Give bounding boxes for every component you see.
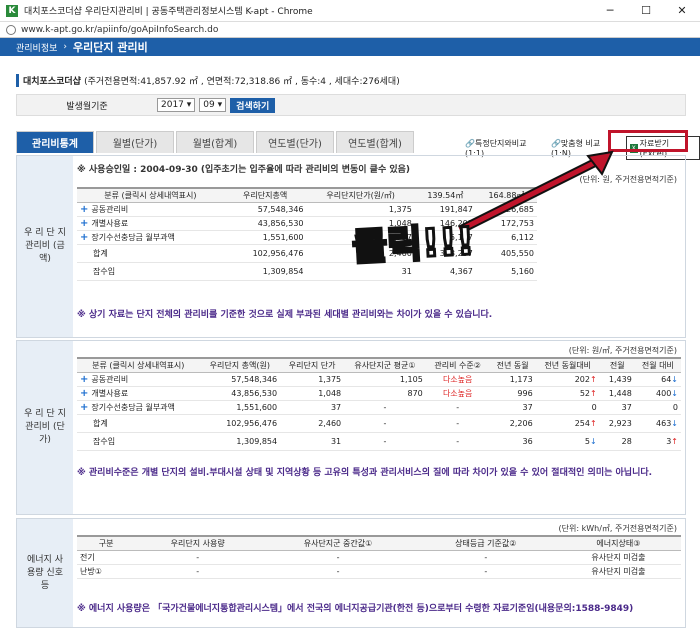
col-header: 에너지상태③	[555, 535, 681, 551]
chevron-right-icon: ›	[63, 42, 68, 52]
date-filter-label: 발생월기준	[66, 101, 108, 112]
page-title: 우리단지 관리비	[73, 41, 148, 54]
table-row: 잡수입 1,309,854 31- -36 5↓ 28 3↑	[77, 432, 681, 451]
unit-table: 분류 (클릭시 상세내역표시) 우리단지 총액(원) 우리단지 단가 유사단지군 평균…	[77, 357, 681, 451]
table-row: 전기 - - - 유사단지 미검출	[77, 550, 681, 565]
col-header: 상태등급 기준값②	[415, 535, 556, 551]
complex-detail: (주거전용면적:41,857.92 ㎡ , 연면적:72,318.86 ㎡ , …	[84, 77, 400, 87]
col-header: 전월	[599, 357, 635, 373]
section3-unit: (단위: kWh/㎡, 주거전용면적기준)	[558, 524, 677, 533]
tab-yearly-unit[interactable]: 연도별(단가)	[256, 131, 334, 153]
complex-name: 대치포스코더샵	[23, 77, 81, 87]
col-header: 전월 대비	[634, 357, 681, 373]
col-header: 전년 동월대비	[535, 357, 600, 373]
plus-icon: +	[80, 217, 89, 229]
search-button[interactable]: 검색하기	[230, 97, 276, 113]
window-titlebar: K 대치포스코더샵 우리단지관리비 | 공동주택관리정보시스템 K-apt - …	[0, 0, 700, 22]
complex-summary: 대치포스코더샵 (주거전용면적:41,857.92 ㎡ , 연면적:72,318…	[16, 74, 400, 87]
globe-icon	[6, 24, 16, 35]
date-filter-bar: 발생월기준 2017 ▾ 09 ▾ 검색하기	[16, 94, 686, 116]
section1-side-label: 우 리 단 지 관리비 (금 액)	[17, 156, 73, 337]
table-row[interactable]: + 개별사용료 43,856,530 1,048 870 다소높음 996 52↑ 1,448 4…	[77, 386, 681, 401]
annotation-arrow	[457, 150, 614, 235]
month-select[interactable]: 09 ▾	[199, 98, 227, 112]
col-header: 전년 동월	[489, 357, 536, 373]
col-header: 유사단지군 중간값①	[260, 535, 416, 551]
section-energy: 에너지 사용량 신호등 (단위: kWh/㎡, 주거전용면적기준) 구분 우리단지…	[16, 518, 686, 628]
energy-table: 구분 우리단지 사용량 유사단지군 중간값① 상태등급 기준값② 에너지상태③ 전기 - -…	[77, 535, 681, 579]
minimize-icon[interactable]: ─	[592, 4, 628, 17]
address-bar[interactable]: www.k-apt.go.kr/apiinfo/goApiInfoSearch.…	[0, 22, 700, 38]
tab-monthly-total[interactable]: 월별(합계)	[176, 131, 254, 153]
plus-icon: +	[80, 231, 89, 243]
table-row[interactable]: + 공동관리비 57,548,346 1,375 1,105 다소높음 1,173 202↑ 1…	[77, 372, 681, 387]
window-title: 대치포스코더샵 우리단지관리비 | 공동주택관리정보시스템 K-apt - Ch…	[24, 7, 313, 17]
col-header: 관리비 수준②	[425, 357, 490, 373]
col-header: 우리단지 총액(원)	[199, 357, 281, 373]
tab-yearly-total[interactable]: 연도별(합계)	[336, 131, 414, 153]
breadcrumb-parent[interactable]: 관리비정보	[16, 41, 57, 54]
excel-highlight-box	[608, 130, 688, 152]
col-header: 유사단지군 평균①	[344, 357, 426, 373]
section2-unit: (단위: 원/㎡, 주거전용면적기준)	[568, 346, 677, 355]
click-callout: 클릭!!!	[350, 217, 477, 270]
col-header: 우리단지 단가	[280, 357, 345, 373]
tab-stats[interactable]: 관리비통계	[16, 131, 94, 153]
table-row[interactable]: + 장기수선충당금 월부과액 1,551,600 37- -37 0 37 0	[77, 400, 681, 415]
col-header: 구분	[77, 535, 136, 551]
section3-side-label: 에너지 사용량 신호등	[17, 519, 73, 627]
col-header: 우리단지총액	[223, 187, 307, 203]
table-row: 난방① - - - 유사단지 미검출	[77, 564, 681, 579]
col-header: 우리단지단가(원/㎡)	[306, 187, 415, 203]
maximize-icon[interactable]: ☐	[628, 4, 664, 17]
kapt-logo-icon: K	[6, 4, 18, 17]
section2-side-label: 우 리 단 지 관리비 (단 가)	[17, 341, 73, 514]
url-text: www.k-apt.go.kr/apiinfo/goApiInfoSearch.…	[21, 24, 219, 35]
col-header: 우리단지 사용량	[135, 535, 261, 551]
col-header: 분류 (클릭시 상세내역표시)	[77, 187, 224, 203]
tab-monthly-unit[interactable]: 월별(단가)	[96, 131, 174, 153]
section2-footnote: ※ 관리비수준은 개별 단지의 설비.부대시설 상태 및 지역상황 등 고유의 …	[77, 467, 653, 478]
tab-bar: 관리비통계 월별(단가) 월별(합계) 연도별(단가) 연도별(합계)	[16, 131, 416, 153]
table-row: 합계 102,956,476 2,460- -2,206 254↑ 2,923 463↓	[77, 414, 681, 433]
col-header: 분류 (클릭시 상세내역표시)	[77, 357, 200, 373]
breadcrumb: 관리비정보 › 우리단지 관리비	[0, 38, 700, 56]
section1-footnote: ※ 상기 자료는 단지 전체의 관리비를 기준한 것으로 실제 부과된 세대별 …	[77, 309, 493, 320]
plus-icon: +	[80, 203, 89, 215]
close-icon[interactable]: ✕	[664, 4, 700, 17]
year-select[interactable]: 2017 ▾	[157, 98, 196, 112]
section3-footnote: ※ 에너지 사용량은 「국가건물에너지통합관리시스템」에서 전국의 에너지공급기…	[77, 603, 634, 614]
section-cost-unit: 우 리 단 지 관리비 (단 가) (단위: 원/㎡, 주거전용면적기준) 분류…	[16, 340, 686, 515]
